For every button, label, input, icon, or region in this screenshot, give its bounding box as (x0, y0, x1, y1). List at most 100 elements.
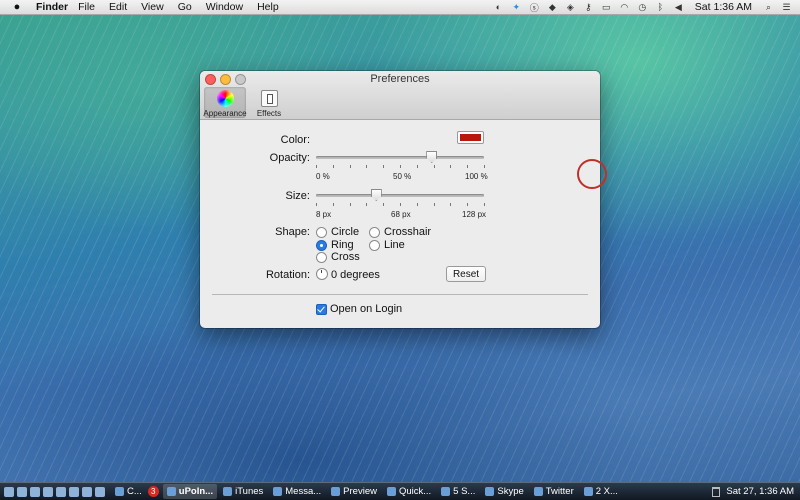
size-min-label: 8 px (316, 210, 332, 219)
menu-file[interactable]: File (78, 1, 95, 13)
task-app-icon (485, 487, 495, 496)
slider-tick (416, 203, 418, 206)
window-title: Preferences (370, 73, 430, 85)
taskbar-clock[interactable]: Sat 27, 1:36 AM (726, 486, 794, 497)
menu-app-name[interactable]: Finder (36, 1, 68, 13)
task-item-0[interactable]: C... (111, 484, 146, 499)
task-item-2[interactable]: iTunes (219, 484, 267, 499)
launch-icon-7[interactable] (82, 486, 92, 497)
tab-appearance[interactable]: Appearance (203, 87, 247, 118)
launch-icon-6[interactable] (69, 486, 79, 497)
task-app-icon (115, 487, 124, 496)
task-item-5[interactable]: Quick... (383, 484, 435, 499)
size-slider[interactable] (316, 189, 485, 206)
size-mid-label: 68 px (391, 210, 411, 219)
rotation-knob[interactable] (316, 268, 328, 280)
volume-icon[interactable]: ◀ (673, 2, 684, 12)
key-icon[interactable]: ⚷ (583, 2, 594, 12)
task-item-7[interactable]: Skype (481, 484, 527, 499)
task-item-4[interactable]: Preview (327, 484, 381, 499)
shape-option-ring[interactable]: Ring (316, 239, 354, 251)
menubar-clock[interactable]: Sat 1:36 AM (695, 1, 752, 13)
reset-button[interactable]: Reset (446, 266, 486, 282)
task-label-3: Messa... (285, 486, 322, 497)
task-label-9: 2 X... (595, 486, 618, 497)
launch-icon-1[interactable] (4, 486, 14, 497)
open-on-login-checkbox[interactable] (316, 303, 327, 315)
slider-tick (450, 165, 452, 168)
wifi-icon[interactable]: ◠ (619, 2, 630, 12)
radio-cross[interactable] (316, 251, 327, 263)
rotation-value: 0 degrees (331, 269, 380, 281)
launch-icon-5[interactable] (56, 486, 66, 497)
slider-tick (349, 203, 351, 206)
task-label-2: iTunes (235, 486, 264, 497)
task-item-8[interactable]: Twitter (530, 484, 578, 499)
opacity-max-label: 100 % (465, 172, 488, 181)
slider-tick (467, 203, 469, 206)
size-slider-thumb[interactable] (370, 189, 382, 201)
trash-icon[interactable] (712, 486, 721, 497)
shape-option-cross[interactable]: Cross (316, 251, 360, 263)
taskbar-tray: Sat 27, 1:36 AM (712, 486, 800, 497)
window-titlebar[interactable]: Preferences Appearance Effects (200, 71, 600, 120)
launch-icon-4[interactable] (43, 486, 53, 497)
task-item-9[interactable]: 2 X... (580, 484, 622, 499)
opacity-slider-track (316, 156, 484, 159)
skype-icon[interactable]: ⓢ (529, 2, 540, 13)
tab-appearance-label: Appearance (203, 109, 247, 118)
radio-crosshair[interactable] (369, 226, 380, 238)
open-on-login-option[interactable]: Open on Login (316, 303, 402, 315)
shape-option-crosshair[interactable]: Crosshair (369, 226, 431, 238)
launch-icon-2[interactable] (17, 486, 27, 497)
task-item-6[interactable]: 5 S... (437, 484, 479, 499)
menu-window[interactable]: Window (206, 1, 243, 13)
open-on-login-label: Open on Login (330, 303, 403, 315)
menu-go[interactable]: Go (178, 1, 192, 13)
task-label-1: uPoIn... (178, 486, 214, 497)
keyboard-icon[interactable]: ▭ (601, 2, 612, 12)
notification-center-icon[interactable]: ☰ (781, 2, 792, 12)
tab-effects[interactable]: Effects (248, 87, 290, 118)
task-item-1[interactable]: uPoIn... (162, 484, 218, 499)
opacity-slider-thumb[interactable] (426, 151, 438, 163)
launch-icon-8[interactable] (95, 486, 105, 497)
opacity-slider[interactable] (316, 151, 485, 168)
sync-icon[interactable]: ◐ (493, 2, 504, 12)
radio-circle[interactable] (316, 226, 327, 238)
launch-icon-3[interactable] (30, 486, 40, 497)
twitter-icon[interactable]: ✦ (511, 2, 522, 12)
dropbox-icon[interactable]: ◈ (565, 2, 576, 12)
shape-option-line[interactable]: Line (369, 239, 405, 251)
color-label: Color: (280, 134, 310, 146)
bluetooth-icon[interactable]: ᛒ (655, 2, 666, 12)
cursor-highlight-ring (577, 159, 607, 189)
task-item-3[interactable]: Messa... (269, 484, 325, 499)
effects-icon (260, 90, 278, 107)
color-well[interactable] (457, 131, 484, 144)
slider-tick (332, 203, 334, 206)
slider-tick (383, 165, 385, 168)
menu-help[interactable]: Help (257, 1, 279, 13)
slider-tick (332, 165, 334, 168)
shape-ring-label: Ring (331, 239, 354, 251)
size-label: Size: (285, 190, 310, 202)
evernote-icon[interactable]: ◆ (547, 2, 558, 12)
slider-tick (316, 203, 317, 206)
shape-crosshair-label: Crosshair (384, 226, 432, 238)
slider-tick (366, 165, 368, 168)
radio-line[interactable] (369, 239, 380, 251)
separator (212, 294, 588, 295)
search-icon[interactable]: ⌕ (763, 2, 774, 12)
shape-option-circle[interactable]: Circle (316, 226, 359, 238)
apple-menu-icon[interactable]: ● (8, 1, 26, 13)
menu-view[interactable]: View (141, 1, 164, 13)
slider-tick (433, 165, 435, 168)
shape-cross-label: Cross (331, 251, 360, 263)
quick-launch (0, 486, 105, 497)
slider-tick (316, 165, 317, 168)
menu-edit[interactable]: Edit (109, 1, 127, 13)
size-slider-ticks (316, 203, 485, 206)
radio-ring[interactable] (316, 239, 327, 251)
time-machine-icon[interactable]: ◷ (637, 2, 648, 12)
